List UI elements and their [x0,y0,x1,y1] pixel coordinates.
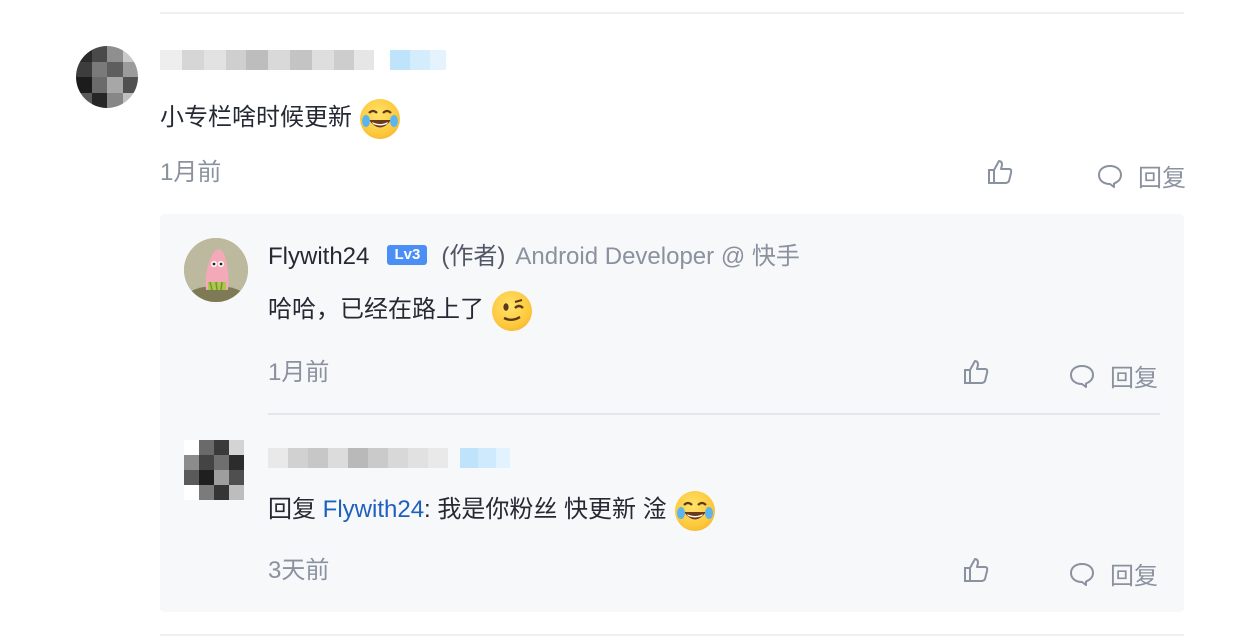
comment-time: 1月前 [160,159,222,186]
author-name[interactable]: Flywith24 [268,243,369,270]
reply2-reply-button[interactable]: 回复 [1068,556,1158,591]
laughing-tears-emoji [674,490,715,531]
top-divider [160,12,1184,14]
commenter-name[interactable] [160,48,446,72]
thumbs-up-icon [988,160,1013,184]
bottom-divider [160,634,1184,636]
author-header: Flywith24 Lv3 (作者) Android Developer @ 快手 [268,242,800,272]
reply-time: 1月前 [268,359,330,386]
reply-text-body: 哈哈，已经在路上了 [268,296,484,323]
reply-label: 回复 [1110,365,1158,392]
reply2-text: 回复 Flywith24: 我是你粉丝 快更新 淦 [268,490,715,531]
comment-bubble-icon [1098,164,1122,188]
winking-emoji [492,290,532,331]
comment-text: 小专栏啥时候更新 [160,98,400,139]
comment-bubble-icon [1070,364,1094,388]
reply-like-button[interactable] [962,358,990,386]
level-badge: Lv3 [387,244,428,265]
laughing-tears-emoji [360,98,400,139]
like-button[interactable] [986,158,1014,186]
reply2-like-button[interactable] [962,556,990,584]
author-tag: (作者) [441,243,506,270]
patrick-avatar-image [184,238,248,302]
mention-link[interactable]: Flywith24 [323,496,424,523]
replier-avatar[interactable] [184,440,244,500]
author-job: Android Developer @ 快手 [515,243,800,270]
reply-button[interactable]: 回复 [1096,158,1186,193]
replier-name[interactable] [268,446,510,470]
comment-bubble-icon [1070,562,1094,586]
commenter-avatar[interactable] [76,46,138,108]
reply-text: 哈哈，已经在路上了 [268,290,532,331]
reply-label: 回复 [1110,563,1158,590]
reply-label: 回复 [1138,165,1186,192]
reply-prefix: 回复 [268,496,316,523]
comment-text-body: 小专栏啥时候更新 [160,104,352,131]
thumbs-up-icon [964,360,989,384]
reply-reply-button[interactable]: 回复 [1068,358,1158,393]
reply-separator [268,413,1160,415]
reply2-time: 3天前 [268,557,330,584]
thumbs-up-icon [964,558,989,582]
author-avatar[interactable] [184,238,248,302]
reply2-text-body: : 我是你粉丝 快更新 淦 [424,496,667,523]
